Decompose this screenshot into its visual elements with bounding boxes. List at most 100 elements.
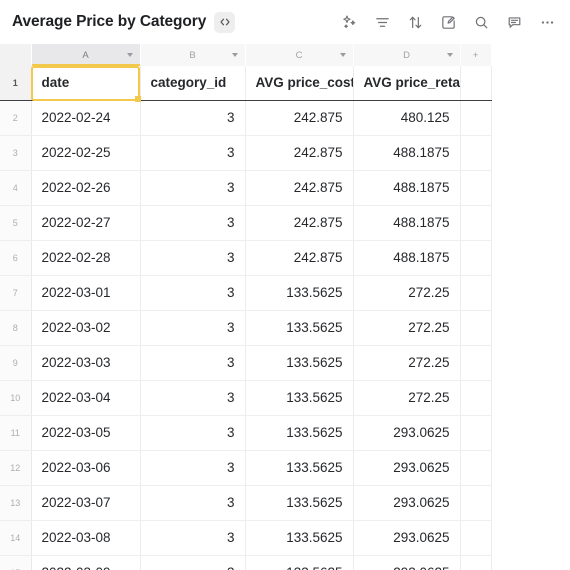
- cell-B12[interactable]: 3: [140, 450, 246, 486]
- column-header-b[interactable]: B: [140, 44, 246, 66]
- cell-D1[interactable]: AVG price_reta: [353, 66, 461, 101]
- cell-B3[interactable]: 3: [140, 135, 246, 171]
- column-header-a[interactable]: A: [31, 44, 141, 66]
- chevron-down-icon[interactable]: [126, 53, 133, 57]
- row-number[interactable]: 9: [0, 345, 32, 381]
- cell-E7[interactable]: [460, 275, 492, 311]
- cell-D14[interactable]: 293.0625: [353, 520, 461, 556]
- cell-A4[interactable]: 2022-02-26: [31, 170, 141, 206]
- row-number[interactable]: 11: [0, 415, 32, 451]
- cell-A2[interactable]: 2022-02-24: [31, 100, 141, 136]
- comment-icon[interactable]: [505, 13, 523, 31]
- cell-D2[interactable]: 480.125: [353, 100, 461, 136]
- cell-A5[interactable]: 2022-02-27: [31, 205, 141, 241]
- cell-E15[interactable]: [460, 555, 492, 570]
- cell-E11[interactable]: [460, 415, 492, 451]
- cell-E3[interactable]: [460, 135, 492, 171]
- add-column-button[interactable]: +: [460, 44, 492, 66]
- row-number[interactable]: 14: [0, 520, 32, 556]
- cell-E1[interactable]: [460, 66, 492, 101]
- cell-B9[interactable]: 3: [140, 345, 246, 381]
- cell-B4[interactable]: 3: [140, 170, 246, 206]
- row-number[interactable]: 1: [0, 66, 32, 101]
- chevron-down-icon[interactable]: [231, 53, 238, 57]
- cell-A15[interactable]: 2022-03-09: [31, 555, 141, 570]
- cell-C13[interactable]: 133.5625: [245, 485, 354, 521]
- edit-icon[interactable]: [439, 13, 457, 31]
- chevron-down-icon[interactable]: [339, 53, 346, 57]
- cell-A12[interactable]: 2022-03-06: [31, 450, 141, 486]
- cell-A8[interactable]: 2022-03-02: [31, 310, 141, 346]
- cell-B10[interactable]: 3: [140, 380, 246, 416]
- more-icon[interactable]: [538, 13, 556, 31]
- cell-C9[interactable]: 133.5625: [245, 345, 354, 381]
- code-view-button[interactable]: [214, 11, 236, 33]
- filter-icon[interactable]: [373, 13, 391, 31]
- row-number[interactable]: 3: [0, 135, 32, 171]
- ai-sparkle-icon[interactable]: [340, 13, 358, 31]
- column-header-d[interactable]: D: [353, 44, 461, 66]
- cell-E6[interactable]: [460, 240, 492, 276]
- cell-D15[interactable]: 293.0625: [353, 555, 461, 570]
- cell-E2[interactable]: [460, 100, 492, 136]
- cell-A1[interactable]: date: [31, 66, 141, 101]
- row-number[interactable]: 6: [0, 240, 32, 276]
- cell-B6[interactable]: 3: [140, 240, 246, 276]
- cell-B8[interactable]: 3: [140, 310, 246, 346]
- row-number[interactable]: 5: [0, 205, 32, 241]
- cell-A6[interactable]: 2022-02-28: [31, 240, 141, 276]
- cell-B2[interactable]: 3: [140, 100, 246, 136]
- cell-D7[interactable]: 272.25: [353, 275, 461, 311]
- cell-C6[interactable]: 242.875: [245, 240, 354, 276]
- cell-B7[interactable]: 3: [140, 275, 246, 311]
- cell-B14[interactable]: 3: [140, 520, 246, 556]
- cell-D13[interactable]: 293.0625: [353, 485, 461, 521]
- row-number[interactable]: 8: [0, 310, 32, 346]
- cell-C10[interactable]: 133.5625: [245, 380, 354, 416]
- cell-A3[interactable]: 2022-02-25: [31, 135, 141, 171]
- cell-E8[interactable]: [460, 310, 492, 346]
- cell-C12[interactable]: 133.5625: [245, 450, 354, 486]
- cell-C1[interactable]: AVG price_cost: [245, 66, 354, 101]
- cell-C8[interactable]: 133.5625: [245, 310, 354, 346]
- cell-A14[interactable]: 2022-03-08: [31, 520, 141, 556]
- cell-E9[interactable]: [460, 345, 492, 381]
- cell-E12[interactable]: [460, 450, 492, 486]
- cell-C2[interactable]: 242.875: [245, 100, 354, 136]
- cell-A9[interactable]: 2022-03-03: [31, 345, 141, 381]
- row-number[interactable]: 15: [0, 555, 32, 570]
- search-icon[interactable]: [472, 13, 490, 31]
- cell-E14[interactable]: [460, 520, 492, 556]
- row-number[interactable]: 13: [0, 485, 32, 521]
- cell-E4[interactable]: [460, 170, 492, 206]
- cell-D8[interactable]: 272.25: [353, 310, 461, 346]
- cell-D4[interactable]: 488.1875: [353, 170, 461, 206]
- cell-D5[interactable]: 488.1875: [353, 205, 461, 241]
- cell-B15[interactable]: 3: [140, 555, 246, 570]
- cell-D10[interactable]: 272.25: [353, 380, 461, 416]
- cell-D6[interactable]: 488.1875: [353, 240, 461, 276]
- cell-B5[interactable]: 3: [140, 205, 246, 241]
- cell-C3[interactable]: 242.875: [245, 135, 354, 171]
- cell-C11[interactable]: 133.5625: [245, 415, 354, 451]
- cell-E5[interactable]: [460, 205, 492, 241]
- chevron-down-icon[interactable]: [446, 53, 453, 57]
- cell-D3[interactable]: 488.1875: [353, 135, 461, 171]
- row-number[interactable]: 7: [0, 275, 32, 311]
- cell-C7[interactable]: 133.5625: [245, 275, 354, 311]
- row-number[interactable]: 12: [0, 450, 32, 486]
- sort-icon[interactable]: [406, 13, 424, 31]
- cell-B1[interactable]: category_id: [140, 66, 246, 101]
- cell-B13[interactable]: 3: [140, 485, 246, 521]
- cell-C5[interactable]: 242.875: [245, 205, 354, 241]
- cell-A7[interactable]: 2022-03-01: [31, 275, 141, 311]
- cell-E10[interactable]: [460, 380, 492, 416]
- cell-A11[interactable]: 2022-03-05: [31, 415, 141, 451]
- cell-D9[interactable]: 272.25: [353, 345, 461, 381]
- cell-D11[interactable]: 293.0625: [353, 415, 461, 451]
- cell-C14[interactable]: 133.5625: [245, 520, 354, 556]
- row-number[interactable]: 10: [0, 380, 32, 416]
- cell-B11[interactable]: 3: [140, 415, 246, 451]
- row-number[interactable]: 2: [0, 100, 32, 136]
- cell-A10[interactable]: 2022-03-04: [31, 380, 141, 416]
